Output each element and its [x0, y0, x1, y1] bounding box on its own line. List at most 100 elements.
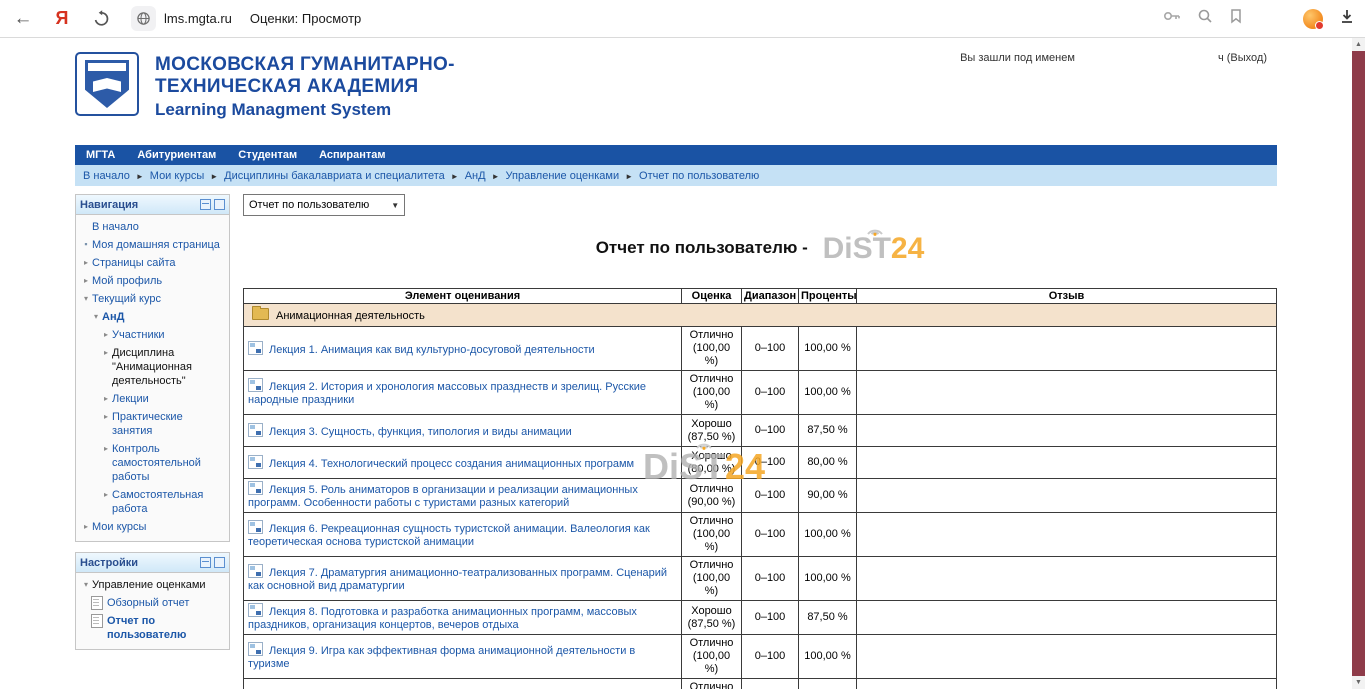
sidebar-item-control-work[interactable]: Контроль самостоятельной работы	[78, 440, 227, 486]
report-type-select[interactable]: Отчет по пользователю ▼	[243, 194, 405, 216]
sidebar-item-practical[interactable]: Практические занятия	[78, 408, 227, 440]
tree-expand-icon[interactable]	[80, 520, 92, 533]
block-collapse-icon[interactable]	[200, 557, 211, 568]
tree-expand-icon[interactable]	[100, 392, 112, 405]
signal-arcs-icon	[865, 222, 885, 236]
scroll-down-icon[interactable]: ▼	[1352, 676, 1365, 689]
table-row: Итоговое тестирование Отлично(100,00 %) …	[244, 679, 1277, 689]
table-row: Лекция 6. Рекреационная сущность туристс…	[244, 513, 1277, 557]
range-cell: 0–100	[742, 513, 799, 557]
yandex-browser-icon[interactable]: Я	[49, 6, 75, 32]
sidebar-item-grader-report[interactable]: Обзорный отчет	[78, 594, 227, 612]
breadcrumb-grade-admin[interactable]: Управление оценками	[506, 170, 620, 182]
sidebar-item-my-courses[interactable]: Мои курсы	[78, 518, 227, 536]
bookmark-flag-icon[interactable]	[1229, 8, 1243, 29]
sidebar-item-self-work[interactable]: Самостоятельная работа	[78, 486, 227, 518]
folder-icon	[252, 308, 269, 320]
main-navbar: МГТА Абитуриентам Студентам Аспирантам	[75, 145, 1277, 165]
url-text: lms.mgta.ru	[164, 11, 232, 26]
grade-item-link[interactable]: Лекция 3. Сущность, функция, типология и…	[269, 426, 572, 438]
sidebar-item-home[interactable]: В начало	[78, 218, 227, 236]
sidebar-item-site-pages[interactable]: Страницы сайта	[78, 254, 227, 272]
breadcrumb-course[interactable]: АнД	[465, 170, 486, 182]
tree-expand-icon[interactable]	[80, 274, 92, 287]
percent-cell: 100,00 %	[799, 557, 857, 601]
lesson-icon	[248, 642, 263, 656]
nav-item-mgta[interactable]: МГТА	[75, 149, 126, 161]
address-bar[interactable]: lms.mgta.ru Оценки: Просмотр	[131, 6, 361, 31]
nav-item-studentam[interactable]: Студентам	[227, 149, 308, 161]
grade-item-link[interactable]: Лекция 1. Анимация как вид культурно-дос…	[269, 344, 595, 356]
page: ▲ ▼ МОСКОВСКАЯ ГУМАНИТАРНО- ТЕХНИЧЕСКАЯ …	[0, 38, 1365, 689]
sidebar-item-my-home[interactable]: Моя домашняя страница	[78, 236, 227, 254]
breadcrumb-my-courses[interactable]: Мои курсы	[150, 170, 204, 182]
tree-expand-icon[interactable]	[80, 256, 92, 269]
logout-link[interactable]: (Выход)	[1227, 52, 1267, 64]
grade-cell: Отлично(100,00 %)	[682, 635, 742, 679]
mgta-shield-icon	[85, 60, 129, 108]
grade-item-link[interactable]: Лекция 9. Игра как эффективная форма ани…	[248, 645, 635, 670]
tree-expand-icon[interactable]	[100, 328, 112, 341]
nav-item-abiturientam[interactable]: Абитуриентам	[126, 149, 227, 161]
breadcrumb-separator-icon	[210, 170, 218, 182]
block-dock-icon[interactable]	[214, 199, 225, 210]
sidebar-item-my-profile[interactable]: Мой профиль	[78, 272, 227, 290]
scroll-up-icon[interactable]: ▲	[1352, 38, 1365, 51]
nav-item-aspirantam[interactable]: Аспирантам	[308, 149, 396, 161]
feedback-cell	[857, 447, 1277, 479]
lesson-icon	[248, 423, 263, 437]
percent-cell: 80,00 %	[799, 447, 857, 479]
back-icon[interactable]: ←	[10, 6, 36, 32]
block-collapse-icon[interactable]	[200, 199, 211, 210]
lesson-icon	[248, 603, 263, 617]
percent-cell: 87,50 %	[799, 415, 857, 447]
category-row: Анимационная деятельность	[244, 304, 1277, 327]
table-row: Лекция 7. Драматургия анимационно-театра…	[244, 557, 1277, 601]
reload-icon[interactable]	[88, 6, 114, 32]
search-icon[interactable]	[1197, 8, 1213, 29]
sidebar-item-current-course[interactable]: Текущий курс	[78, 290, 227, 308]
percent-cell: 87,50 %	[799, 601, 857, 635]
downloads-icon[interactable]	[1339, 8, 1355, 30]
tree-expand-icon[interactable]	[100, 488, 112, 501]
password-key-icon[interactable]	[1163, 8, 1181, 29]
sidebar-item-grade-administration[interactable]: Управление оценками	[78, 576, 227, 594]
grades-table-wrap: DiST24 Элемент оценивания Оценка Диапазо…	[243, 288, 1277, 689]
grade-item-link[interactable]: Лекция 7. Драматургия анимационно-театра…	[248, 567, 667, 592]
tree-expand-icon[interactable]	[100, 410, 112, 423]
percent-cell: 100,00 %	[799, 327, 857, 371]
tree-collapse-icon[interactable]	[80, 578, 92, 591]
breadcrumb: В начало Мои курсы Дисциплины бакалавриа…	[75, 165, 1277, 186]
sidebar-item-participants[interactable]: Участники	[78, 326, 227, 344]
range-cell: 0–100	[742, 371, 799, 415]
login-prefix: Вы зашли под именем	[960, 52, 1075, 64]
breadcrumb-disciplines[interactable]: Дисциплины бакалавриата и специалитета	[224, 170, 445, 182]
tree-collapse-icon[interactable]	[90, 310, 102, 323]
block-dock-icon[interactable]	[214, 557, 225, 568]
percent-cell: 100,00 %	[799, 513, 857, 557]
sidebar-item-lectures[interactable]: Лекции	[78, 390, 227, 408]
range-cell: 0–100	[742, 557, 799, 601]
grade-item-link[interactable]: Лекция 5. Роль аниматоров в организации …	[248, 484, 638, 509]
settings-block-body: Управление оценками Обзорный отчет Отчет…	[76, 573, 229, 649]
tree-expand-icon[interactable]	[100, 442, 112, 455]
grade-item-link[interactable]: Лекция 6. Рекреационная сущность туристс…	[248, 523, 650, 548]
scrollbar-thumb[interactable]	[1352, 51, 1365, 676]
tree-expand-icon[interactable]	[100, 346, 112, 359]
sidebar-item-discipline[interactable]: Дисциплина "Анимационная деятельность"	[78, 344, 227, 390]
sidebar-item-user-report[interactable]: Отчет по пользователю	[78, 612, 227, 644]
sidebar-item-and-course[interactable]: АнД	[78, 308, 227, 326]
breadcrumb-home[interactable]: В начало	[83, 170, 130, 182]
tree-collapse-icon[interactable]	[80, 292, 92, 305]
promo-badge-icon[interactable]	[1303, 9, 1323, 29]
feedback-cell	[857, 679, 1277, 689]
page-scrollbar[interactable]: ▲ ▼	[1352, 38, 1365, 689]
grade-item-link[interactable]: Лекция 8. Подготовка и разработка анимац…	[248, 606, 637, 631]
login-name: ч	[1218, 52, 1224, 64]
site-globe-icon	[131, 6, 156, 31]
report-heading: Отчет по пользователю - DiST24	[243, 232, 1277, 266]
grade-item-link[interactable]: Лекция 4. Технологический процесс создан…	[269, 458, 634, 470]
grade-item-link[interactable]: Лекция 2. История и хронология массовых …	[248, 381, 646, 406]
percent-cell: 100,00 %	[799, 635, 857, 679]
lesson-icon	[248, 520, 263, 534]
